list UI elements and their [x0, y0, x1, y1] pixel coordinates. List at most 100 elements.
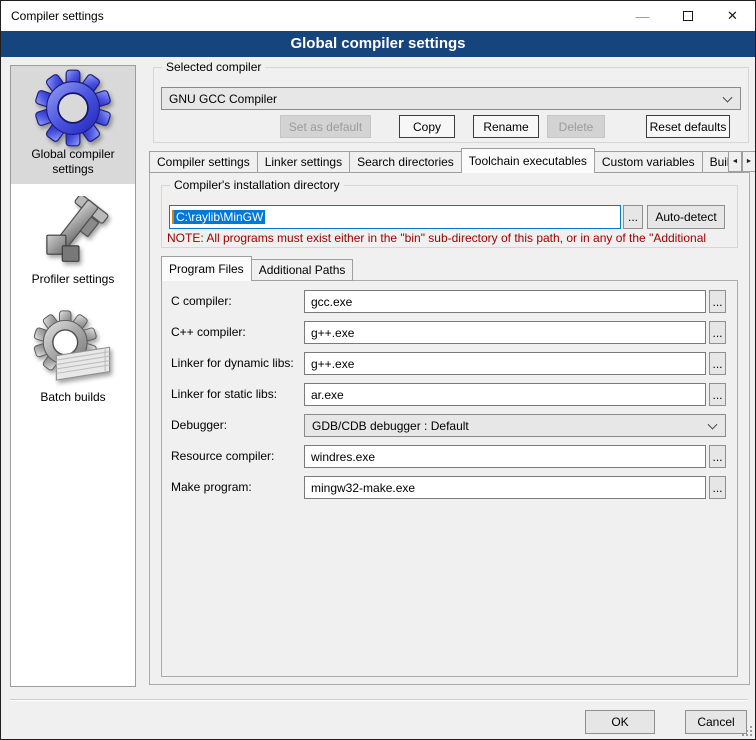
install-dir-browse-button[interactable]: ...	[623, 205, 643, 229]
make-program-value: mingw32-make.exe	[311, 481, 415, 495]
tab-search-directories[interactable]: Search directories	[349, 151, 462, 173]
dynamic-linker-browse-button[interactable]: ...	[709, 352, 726, 375]
tab-label: Program Files	[169, 262, 244, 276]
sidebar-item-label: Global compiler	[31, 147, 114, 162]
arrow-left-icon: ◄	[732, 158, 739, 165]
ellipsis-icon: ...	[712, 326, 722, 340]
static-linker-label: Linker for static libs:	[171, 383, 277, 406]
chevron-down-icon	[708, 419, 718, 429]
cancel-button[interactable]: Cancel	[685, 710, 747, 734]
window-title: Compiler settings	[11, 1, 104, 31]
tab-toolchain-executables[interactable]: Toolchain executables	[461, 148, 595, 173]
static-linker-browse-button[interactable]: ...	[709, 383, 726, 406]
minimize-button[interactable]: —	[620, 1, 665, 31]
footer-divider	[10, 699, 748, 701]
minimize-icon: —	[636, 8, 650, 24]
sidebar-item-label: Profiler settings	[32, 272, 115, 287]
auto-detect-button[interactable]: Auto-detect	[647, 205, 725, 229]
reset-defaults-button[interactable]: Reset defaults	[646, 115, 730, 138]
program-tabs: Program Files Additional Paths	[161, 256, 461, 281]
ok-button[interactable]: OK	[585, 710, 655, 734]
arrow-right-icon: ►	[746, 158, 753, 165]
make-program-label: Make program:	[171, 476, 252, 499]
make-program-browse-button[interactable]: ...	[709, 476, 726, 499]
debugger-label: Debugger:	[171, 414, 227, 437]
compiler-tabs: Compiler settings Linker settings Search…	[149, 148, 750, 173]
sidebar-item-label: Batch builds	[40, 390, 105, 405]
set-as-default-button: Set as default	[280, 115, 371, 138]
c-compiler-label: C compiler:	[171, 290, 232, 313]
cpp-compiler-browse-button[interactable]: ...	[709, 321, 726, 344]
reset-defaults-label: Reset defaults	[650, 120, 727, 134]
title-bar: Compiler settings — ✕	[1, 1, 755, 31]
dynamic-linker-label: Linker for dynamic libs:	[171, 352, 294, 375]
auto-detect-label: Auto-detect	[655, 210, 716, 224]
install-dir-value: C:\raylib\MinGW	[174, 210, 265, 224]
tab-linker-settings[interactable]: Linker settings	[257, 151, 350, 173]
maximize-button[interactable]	[665, 1, 710, 31]
debugger-select[interactable]: GDB/CDB debugger : Default	[304, 414, 726, 437]
dynamic-linker-input[interactable]: g++.exe	[304, 352, 706, 375]
compiler-select-value: GNU GCC Compiler	[169, 92, 277, 106]
delete-button: Delete	[547, 115, 605, 138]
tab-label: Custom variables	[602, 155, 695, 169]
chevron-down-icon	[723, 92, 733, 102]
close-button[interactable]: ✕	[710, 1, 755, 31]
sidebar-item-global-compiler-settings[interactable]: Global compiler settings	[11, 66, 135, 184]
ellipsis-icon: ...	[712, 450, 722, 464]
static-linker-value: ar.exe	[311, 388, 344, 402]
tab-label: Linker settings	[265, 155, 342, 169]
blue-gear-icon	[34, 69, 112, 147]
sidebar-item-batch-builds[interactable]: Batch builds	[11, 304, 135, 416]
ellipsis-icon: ...	[628, 210, 638, 224]
tab-label: Compiler settings	[157, 155, 250, 169]
page-title: Global compiler settings	[1, 31, 755, 57]
c-compiler-input[interactable]: gcc.exe	[304, 290, 706, 313]
cancel-label: Cancel	[697, 715, 734, 729]
tab-scroll-left-button[interactable]: ◄	[728, 151, 742, 172]
install-dir-input[interactable]: C:\raylib\MinGW	[169, 205, 621, 229]
tab-label: Additional Paths	[259, 263, 346, 277]
install-dir-note: NOTE: All programs must exist either in …	[167, 231, 737, 245]
tab-program-files[interactable]: Program Files	[161, 256, 252, 281]
c-compiler-browse-button[interactable]: ...	[709, 290, 726, 313]
ellipsis-icon: ...	[712, 295, 722, 309]
compiler-settings-dialog: Compiler settings — ✕ Global compiler se…	[0, 0, 756, 740]
maximize-icon	[683, 11, 693, 21]
cpp-compiler-input[interactable]: g++.exe	[304, 321, 706, 344]
caliper-icon	[35, 196, 111, 272]
resource-compiler-input[interactable]: windres.exe	[304, 445, 706, 468]
tab-compiler-settings[interactable]: Compiler settings	[149, 151, 258, 173]
rename-label: Rename	[483, 120, 528, 134]
resource-compiler-label: Resource compiler:	[171, 445, 274, 468]
gray-gear-stack-icon	[32, 308, 114, 390]
ellipsis-icon: ...	[712, 357, 722, 371]
sidebar-item-profiler-settings[interactable]: Profiler settings	[11, 192, 135, 296]
dynamic-linker-value: g++.exe	[311, 357, 354, 371]
cpp-compiler-value: g++.exe	[311, 326, 354, 340]
tab-additional-paths[interactable]: Additional Paths	[251, 259, 354, 281]
debugger-value: GDB/CDB debugger : Default	[312, 419, 469, 433]
ok-label: OK	[611, 715, 628, 729]
selected-compiler-group-label: Selected compiler	[162, 60, 265, 75]
static-linker-input[interactable]: ar.exe	[304, 383, 706, 406]
delete-label: Delete	[559, 120, 594, 134]
rename-button[interactable]: Rename	[473, 115, 539, 138]
tab-custom-variables[interactable]: Custom variables	[594, 151, 703, 173]
cpp-compiler-label: C++ compiler:	[171, 321, 246, 344]
resource-compiler-value: windres.exe	[311, 450, 375, 464]
compiler-select[interactable]: GNU GCC Compiler	[161, 87, 741, 110]
install-dir-group-label: Compiler's installation directory	[170, 178, 344, 193]
copy-button[interactable]: Copy	[399, 115, 455, 138]
ellipsis-icon: ...	[712, 388, 722, 402]
set-as-default-label: Set as default	[289, 120, 362, 134]
close-icon: ✕	[727, 8, 738, 24]
resize-grip[interactable]	[742, 726, 752, 736]
tab-scroll-right-button[interactable]: ►	[742, 151, 756, 172]
resource-compiler-browse-button[interactable]: ...	[709, 445, 726, 468]
window-controls: — ✕	[620, 1, 755, 31]
copy-label: Copy	[413, 120, 441, 134]
settings-category-list: Global compiler settings Profiler settin…	[10, 65, 136, 687]
c-compiler-value: gcc.exe	[311, 295, 352, 309]
make-program-input[interactable]: mingw32-make.exe	[304, 476, 706, 499]
